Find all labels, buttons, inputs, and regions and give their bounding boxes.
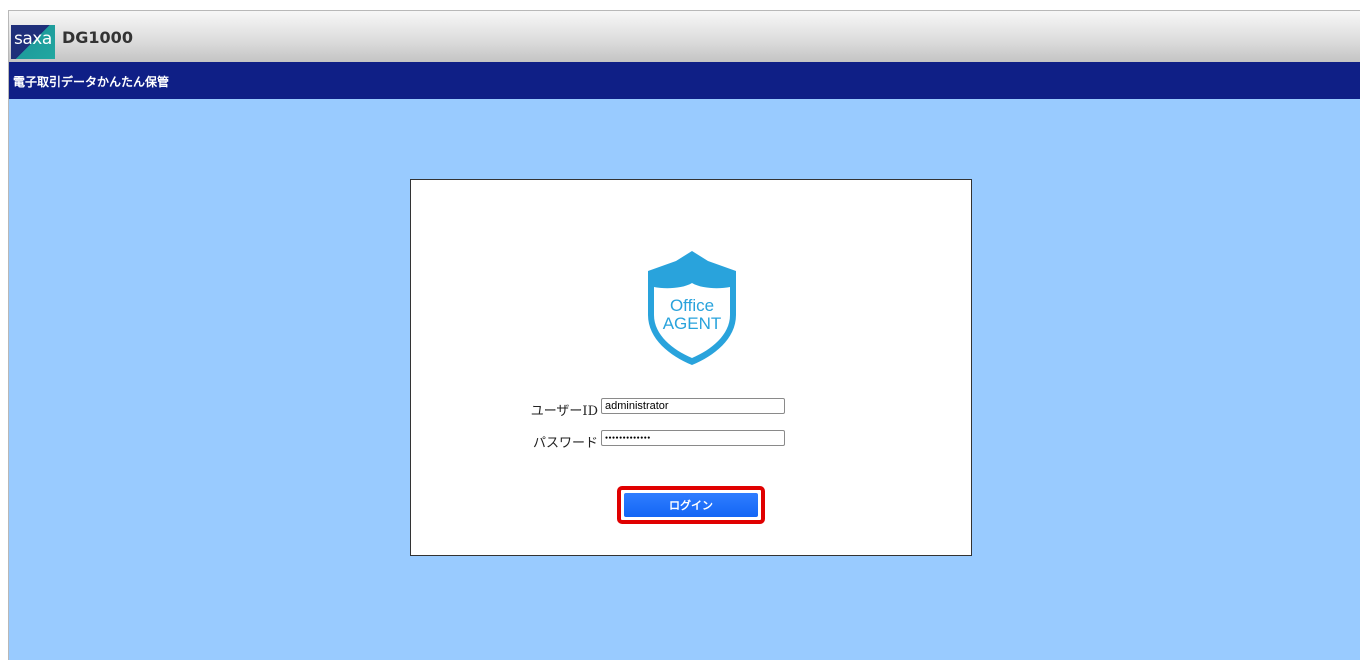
password-label: パスワード — [532, 436, 598, 451]
page-title: 電子取引データかんたん保管 — [13, 75, 170, 89]
office-agent-shield-icon: Office AGENT — [648, 251, 736, 365]
user-id-label: ユーザーID — [530, 404, 598, 419]
login-button-highlight: ログイン — [617, 486, 765, 524]
login-card: Office AGENT ユーザーID パスワード ログイン — [410, 179, 972, 556]
login-button[interactable]: ログイン — [624, 493, 758, 517]
saxa-logo: saxa — [11, 25, 55, 59]
app-frame: saxa DG1000 電子取引データかんたん保管 Office AGENT ユ… — [8, 10, 1360, 660]
logo-line-agent: AGENT — [663, 314, 722, 333]
user-id-row: ユーザーID — [411, 398, 971, 419]
product-name: DG1000 — [62, 28, 133, 47]
brand-text: saxa — [14, 29, 52, 49]
user-id-input[interactable] — [601, 398, 785, 414]
logo-line-office: Office — [670, 296, 714, 315]
password-row: パスワード — [411, 430, 971, 451]
top-bar: saxa DG1000 — [9, 11, 1360, 62]
title-bar: 電子取引データかんたん保管 — [9, 62, 1360, 99]
password-input[interactable] — [601, 430, 785, 446]
